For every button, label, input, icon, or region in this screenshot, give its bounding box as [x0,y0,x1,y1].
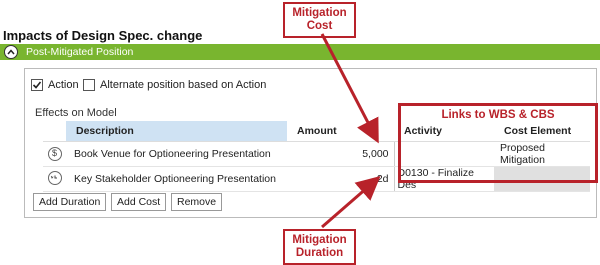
clock-history-icon [47,171,62,185]
amount-cell[interactable]: 5,000 [287,141,394,167]
dollar-icon: $ [47,146,62,161]
mitigation-duration-line-1: Mitigation [292,234,347,246]
bar-label: Post-Mitigated Position [26,46,134,58]
row-icon-cell [43,166,66,192]
action-checkbox[interactable]: Action [31,79,79,91]
table-row[interactable]: Key Stakeholder Optioneering Presentatio… [43,166,590,192]
alternate-label: Alternate position based on Action [100,79,267,91]
cost-element-cell[interactable]: Proposed Mitigation [494,141,590,167]
amount-header[interactable]: Amount [287,121,394,142]
amount-cell[interactable]: 2d [287,166,394,192]
mitigation-cost-line-1: Mitigation [292,7,347,19]
activity-header[interactable]: Activity [394,121,494,142]
icon-column-header [43,121,66,142]
alternate-checkbox-box[interactable] [83,79,95,91]
cost-element-header[interactable]: Cost Element [494,121,590,142]
section-title: Impacts of Design Spec. change [3,28,203,43]
mitigation-duration-callout: Mitigation Duration [283,229,356,265]
activity-cell[interactable] [393,141,494,167]
mitigation-cost-line-2: Cost [306,20,333,32]
action-label: Action [48,79,79,91]
post-mitigated-bar[interactable]: Post-Mitigated Position [0,44,600,60]
description-cell[interactable]: Key Stakeholder Optioneering Presentatio… [66,166,287,192]
table-row[interactable]: $ Book Venue for Optioneering Presentati… [43,141,590,167]
mitigation-panel: Action Alternate position based on Actio… [24,68,597,218]
description-header[interactable]: Description [66,121,287,142]
cost-element-cell[interactable] [494,166,590,192]
add-duration-button[interactable]: Add Duration [33,193,107,211]
activity-cell[interactable]: D0130 - Finalize Des [393,166,494,192]
remove-button[interactable]: Remove [171,193,223,211]
effects-label: Effects on Model [35,107,117,119]
description-cell[interactable]: Book Venue for Optioneering Presentation [66,141,287,167]
collapse-icon[interactable] [4,45,18,59]
table-header-row: Description Amount Activity Cost Element [43,121,590,142]
checkmark-icon [32,81,42,89]
alternate-position-checkbox[interactable]: Alternate position based on Action [83,79,266,91]
mitigation-duration-line-2: Duration [295,247,344,259]
mitigation-cost-callout: Mitigation Cost [283,2,356,38]
effects-table: Description Amount Activity Cost Element… [43,121,590,192]
add-cost-button[interactable]: Add Cost [111,193,167,211]
action-checkbox-box[interactable] [31,79,43,91]
row-icon-cell: $ [43,141,66,167]
